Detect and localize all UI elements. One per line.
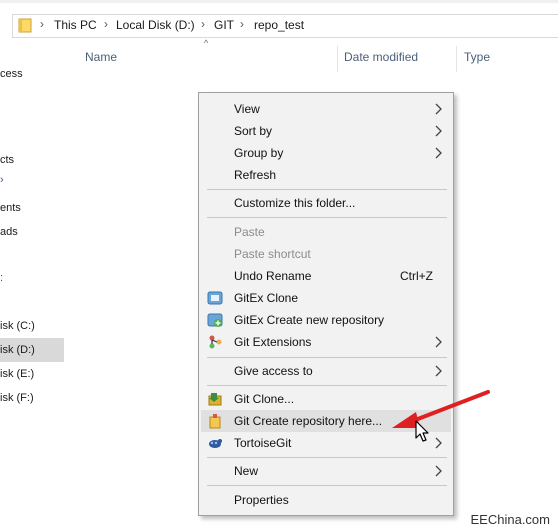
menu-item-label: View	[234, 102, 260, 116]
breadcrumb-local-disk-d[interactable]: Local Disk (D:)	[116, 18, 195, 32]
menu-item-label: Sort by	[234, 124, 273, 138]
window-top-edge	[0, 0, 558, 3]
menu-item-label: New	[234, 464, 259, 478]
menu-separator	[207, 217, 447, 218]
nav-item-objects[interactable]: cts	[0, 148, 64, 172]
menu-item-paste: Paste	[201, 221, 451, 243]
menu-item-gitex-clone[interactable]: GitEx Clone	[201, 287, 451, 309]
menu-item-refresh[interactable]: Refresh	[201, 164, 451, 186]
menu-item-label: Git Clone...	[234, 392, 295, 406]
nav-item-fragment: :	[0, 272, 4, 284]
chevron-right-icon	[435, 103, 442, 115]
navigation-pane: cess cts › ents ads : isk (C:) isk (D:) …	[0, 44, 66, 531]
menu-item-shortcut: Ctrl+Z	[400, 269, 433, 283]
breadcrumb-repo-test[interactable]: repo_test	[254, 18, 304, 32]
menu-item-label: Git Extensions	[234, 335, 312, 349]
address-bar[interactable]: › This PC › Local Disk (D:) › GIT › repo…	[0, 14, 558, 38]
menu-item-customize-folder[interactable]: Customize this folder...	[201, 192, 451, 214]
menu-item-new[interactable]: New	[201, 460, 451, 482]
gitex-clone-icon	[207, 291, 223, 305]
column-header-date-modified[interactable]: Date modified	[344, 50, 418, 64]
breadcrumb-this-pc[interactable]: This PC	[54, 18, 97, 32]
tortoisegit-icon	[209, 439, 222, 448]
gitex-create-icon	[207, 313, 223, 327]
chevron-right-icon	[435, 437, 442, 449]
menu-item-view[interactable]: View	[201, 98, 451, 120]
column-divider[interactable]	[456, 46, 457, 72]
menu-item-label: Paste shortcut	[234, 247, 311, 261]
menu-item-label: Group by	[234, 146, 284, 160]
chevron-right-icon	[435, 465, 442, 477]
context-menu: View Sort by Group by Refresh Customize …	[198, 92, 454, 516]
menu-item-gitex-create-repo[interactable]: GitEx Create new repository	[201, 309, 451, 331]
git-extensions-icon	[209, 335, 222, 349]
chevron-right-icon	[435, 147, 442, 159]
annotation-arrow-icon	[392, 390, 490, 428]
nav-item-fragment: ›	[0, 174, 4, 186]
sort-up-icon: ^	[204, 38, 209, 48]
chevron-right-icon	[435, 336, 442, 348]
breadcrumb-separator: ›	[40, 17, 44, 31]
chevron-right-icon	[435, 365, 442, 377]
nav-item-documents[interactable]: ents	[0, 196, 64, 220]
menu-item-label: Refresh	[234, 168, 277, 182]
menu-item-label: Customize this folder...	[234, 196, 356, 210]
nav-item-disk-d[interactable]: isk (D:)	[0, 338, 64, 362]
menu-item-label: Give access to	[234, 364, 313, 378]
menu-item-label: TortoiseGit	[234, 436, 292, 450]
watermark: EEChina.com	[470, 512, 550, 527]
menu-item-give-access-to[interactable]: Give access to	[201, 360, 451, 382]
menu-item-label: Git Create repository here...	[234, 414, 383, 428]
breadcrumb-separator: ›	[104, 17, 108, 31]
nav-item-downloads[interactable]: ads	[0, 220, 64, 244]
menu-item-undo-rename[interactable]: Undo Rename Ctrl+Z	[201, 265, 451, 287]
menu-item-paste-shortcut: Paste shortcut	[201, 243, 451, 265]
tortoise-create-icon	[209, 414, 221, 429]
menu-item-sort-by[interactable]: Sort by	[201, 120, 451, 142]
menu-item-git-extensions[interactable]: Git Extensions	[201, 331, 451, 353]
menu-item-label: Undo Rename	[234, 269, 312, 283]
mouse-cursor-icon	[415, 420, 429, 442]
menu-item-label: GitEx Clone	[234, 291, 299, 305]
nav-item-disk-f[interactable]: isk (F:)	[0, 386, 64, 410]
breadcrumb-separator: ›	[201, 17, 205, 31]
column-header-name[interactable]: Name	[85, 50, 117, 64]
folder-icon	[18, 18, 32, 33]
breadcrumb-separator: ›	[240, 17, 244, 31]
menu-separator	[207, 485, 447, 486]
chevron-right-icon	[435, 125, 442, 137]
menu-item-properties[interactable]: Properties	[201, 489, 451, 511]
nav-item-disk-c[interactable]: isk (C:)	[0, 314, 64, 338]
menu-item-label: Properties	[234, 493, 289, 507]
menu-item-group-by[interactable]: Group by	[201, 142, 451, 164]
nav-item-quick-access[interactable]: cess	[0, 62, 64, 86]
menu-item-label: Paste	[234, 225, 265, 239]
breadcrumb-git[interactable]: GIT	[214, 18, 234, 32]
column-header-type[interactable]: Type	[464, 50, 490, 64]
menu-separator	[207, 189, 447, 190]
nav-item-disk-e[interactable]: isk (E:)	[0, 362, 64, 386]
menu-item-label: GitEx Create new repository	[234, 313, 385, 327]
menu-separator	[207, 357, 447, 358]
tortoise-clone-icon	[208, 393, 222, 406]
column-divider[interactable]	[337, 46, 338, 72]
menu-separator	[207, 457, 447, 458]
